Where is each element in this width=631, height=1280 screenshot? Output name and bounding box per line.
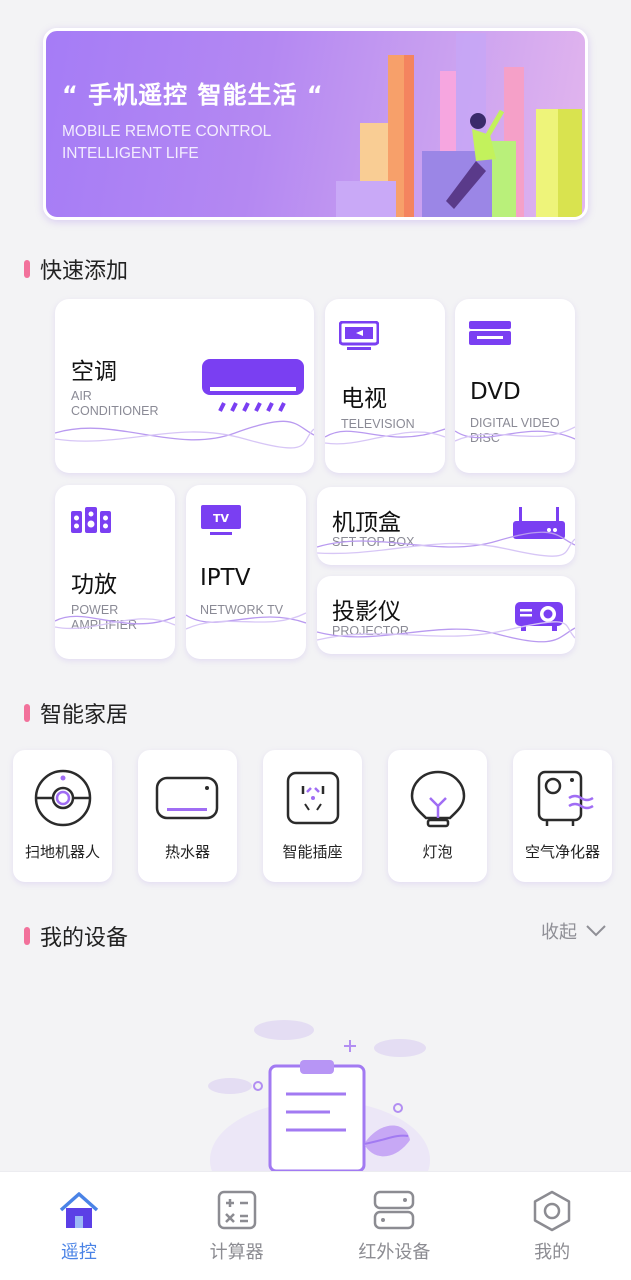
smart-home-light-bulb[interactable]: 灯泡 bbox=[388, 750, 487, 882]
nav-infrared-devices[interactable]: 红外设备 bbox=[316, 1172, 474, 1280]
robot-vacuum-icon bbox=[34, 769, 92, 827]
quick-add-power-amplifier[interactable]: 功放 POWER AMPLIFIER bbox=[55, 485, 175, 659]
smart-home-water-heater[interactable]: 热水器 bbox=[138, 750, 237, 882]
collapse-toggle[interactable]: 收起 bbox=[541, 918, 607, 944]
hexagon-icon bbox=[533, 1190, 571, 1232]
nav-remote[interactable]: 遥控 bbox=[0, 1172, 158, 1280]
nav-mine[interactable]: 我的 bbox=[473, 1172, 631, 1280]
quick-add-title: 快速添加 bbox=[40, 259, 129, 284]
nav-label: 红外设备 bbox=[358, 1242, 431, 1263]
section-marker bbox=[24, 927, 30, 945]
card-title: 电视 bbox=[341, 386, 387, 412]
smart-home-title: 智能家居 bbox=[40, 703, 129, 728]
nav-label: 我的 bbox=[534, 1242, 571, 1263]
air-conditioner-icon bbox=[202, 359, 304, 412]
infrared-device-icon bbox=[374, 1190, 415, 1230]
chevron-down-icon bbox=[586, 925, 606, 937]
light-bulb-icon bbox=[410, 770, 466, 828]
iptv-icon: TV bbox=[201, 505, 241, 535]
card-wave-decoration bbox=[317, 531, 575, 557]
quick-add-dvd[interactable]: DVD DIGITAL VIDEO DISC bbox=[455, 299, 575, 473]
air-purifier-icon bbox=[537, 770, 594, 826]
dvd-icon bbox=[469, 321, 511, 345]
smart-socket-icon bbox=[286, 771, 340, 825]
quick-add-air-conditioner[interactable]: 空调 AIR CONDITIONER bbox=[55, 299, 314, 473]
card-wave-decoration bbox=[186, 612, 306, 630]
nav-calculator[interactable]: 计算器 bbox=[158, 1172, 316, 1280]
smart-home-robot-vacuum[interactable]: 扫地机器人 bbox=[13, 750, 112, 882]
smart-home-label: 灯泡 bbox=[422, 843, 453, 861]
section-marker bbox=[24, 260, 30, 278]
quick-add-television[interactable]: 电视 TELEVISION bbox=[325, 299, 445, 473]
home-icon bbox=[59, 1192, 99, 1228]
quick-add-set-top-box[interactable]: 机顶盒 SET TOP BOX bbox=[317, 487, 575, 565]
card-title: 功放 bbox=[71, 572, 117, 598]
quick-add-header: 快速添加 bbox=[24, 253, 128, 285]
card-wave-decoration bbox=[55, 615, 175, 630]
smart-home-label: 热水器 bbox=[164, 843, 210, 861]
nav-label: 遥控 bbox=[60, 1242, 97, 1263]
smart-home-header: 智能家居 bbox=[24, 697, 128, 729]
smart-home-label: 智能插座 bbox=[282, 843, 343, 861]
collapse-label: 收起 bbox=[541, 922, 577, 943]
smart-home-label: 扫地机器人 bbox=[24, 843, 100, 861]
card-title: DVD bbox=[470, 379, 521, 405]
section-marker bbox=[24, 704, 30, 722]
card-title: IPTV bbox=[200, 565, 251, 591]
promo-banner[interactable]: “ 手机遥控 智能生活 “ MOBILE REMOTE CONTROL INTE… bbox=[43, 28, 588, 220]
banner-illustration bbox=[336, 33, 582, 217]
speaker-icon bbox=[71, 507, 111, 533]
banner-subtitle-line2: INTELLIGENT LIFE bbox=[62, 145, 199, 162]
empty-devices-illustration bbox=[208, 1020, 430, 1171]
banner-slogan: “ 手机遥控 智能生活 “ bbox=[62, 81, 324, 109]
tv-icon bbox=[339, 321, 379, 350]
smart-home-air-purifier[interactable]: 空气净化器 bbox=[513, 750, 612, 882]
bottom-navigation: 遥控 计算器 红外设备 我的 bbox=[0, 1171, 631, 1280]
nav-label: 计算器 bbox=[209, 1242, 264, 1263]
smart-home-label: 空气净化器 bbox=[524, 843, 600, 861]
my-devices-title: 我的设备 bbox=[40, 926, 129, 951]
smart-home-smart-socket[interactable]: 智能插座 bbox=[263, 750, 362, 882]
card-wave-decoration bbox=[455, 426, 575, 442]
quick-add-projector[interactable]: 投影仪 PROJECTOR bbox=[317, 576, 575, 654]
banner-subtitle-line1: MOBILE REMOTE CONTROL bbox=[62, 123, 272, 140]
iptv-badge-text: TV bbox=[213, 512, 230, 525]
my-devices-header: 我的设备 bbox=[24, 920, 128, 952]
card-wave-decoration bbox=[55, 420, 314, 449]
water-heater-icon bbox=[155, 776, 219, 820]
card-wave-decoration bbox=[325, 428, 445, 445]
calculator-icon bbox=[217, 1190, 256, 1230]
card-wave-decoration bbox=[317, 621, 575, 643]
quick-add-iptv[interactable]: TV IPTV NETWORK TV bbox=[186, 485, 306, 659]
card-title: 空调 bbox=[71, 359, 117, 385]
